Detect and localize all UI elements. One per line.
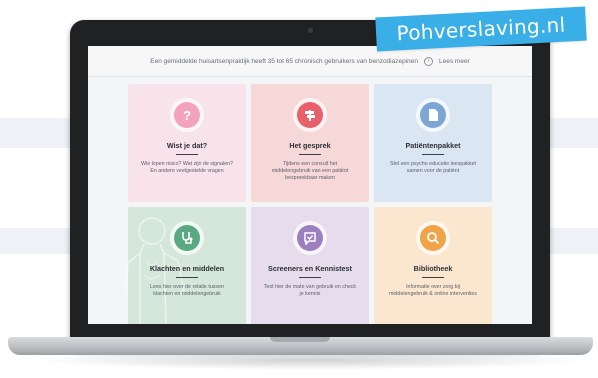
card-title: Bibliotheek (413, 264, 453, 273)
card-screeners-en-kennistest[interactable]: Screeners en Kennistest Test hier de mat… (251, 207, 369, 324)
question-icon: ? (174, 102, 200, 128)
watermark-badge: Pohverslaving.nl (375, 6, 587, 52)
read-more-link[interactable]: Lees meer (439, 58, 470, 65)
signpost-icon (297, 102, 323, 128)
card-title: Klachten en middelen (149, 264, 225, 273)
tile-grid: ? Wist je dat? Wie lopen risico? Wat zij… (125, 84, 492, 324)
laptop-base (8, 337, 593, 355)
card-title: Het gesprek (289, 141, 331, 150)
announcement-bar: Een gemiddelde huisartsenpraktijk heeft … (88, 46, 532, 77)
card-divider (422, 154, 444, 155)
camera-dot (308, 28, 313, 33)
card-bibliotheek[interactable]: Bibliotheek Informatie over zorg bij mid… (374, 207, 492, 324)
card-description: Wie lopen risico? Wat zijn de signalen? … (141, 161, 233, 174)
card-het-gesprek[interactable]: Het gesprek Tijdens een consult het midd… (251, 84, 369, 202)
card-divider (422, 277, 444, 278)
info-icon[interactable]: i (424, 56, 434, 66)
card-description: Tijdens een consult het middelengebruik … (271, 161, 349, 181)
laptop-base-notch (270, 337, 330, 342)
card-description: Stel een psycho educatie leespakket same… (390, 161, 476, 174)
card-wist-je-dat[interactable]: ? Wist je dat? Wie lopen risico? Wat zij… (128, 84, 246, 202)
laptop-lid: Een gemiddelde huisartsenpraktijk heeft … (70, 20, 550, 350)
laptop-screen: Een gemiddelde huisartsenpraktijk heeft … (88, 46, 532, 324)
card-title: Patiëntenpakket (405, 141, 461, 150)
card-divider (176, 154, 198, 155)
card-divider (176, 277, 198, 278)
card-title: Wist je dat? (166, 141, 208, 150)
chat-check-icon (297, 225, 323, 251)
card-patientenpakket[interactable]: Patiëntenpakket Stel een psycho educatie… (374, 84, 492, 202)
card-divider (299, 277, 321, 278)
card-description: Test hier de mate van gebruik en check j… (263, 284, 357, 297)
document-icon (420, 102, 446, 128)
search-icon (420, 225, 446, 251)
announcement-text: Een gemiddelde huisartsenpraktijk heeft … (150, 57, 419, 65)
card-title: Screeners en Kennistest (268, 264, 352, 273)
card-description: Lees hier over de relatie tussen klachte… (150, 284, 224, 297)
card-description: Informatie over zorg bij middelengebruik… (388, 284, 478, 297)
card-divider (299, 154, 321, 155)
card-klachten-en-middelen[interactable]: Klachten en middelen Lees hier over de r… (125, 207, 246, 324)
stethoscope-icon (174, 225, 200, 251)
